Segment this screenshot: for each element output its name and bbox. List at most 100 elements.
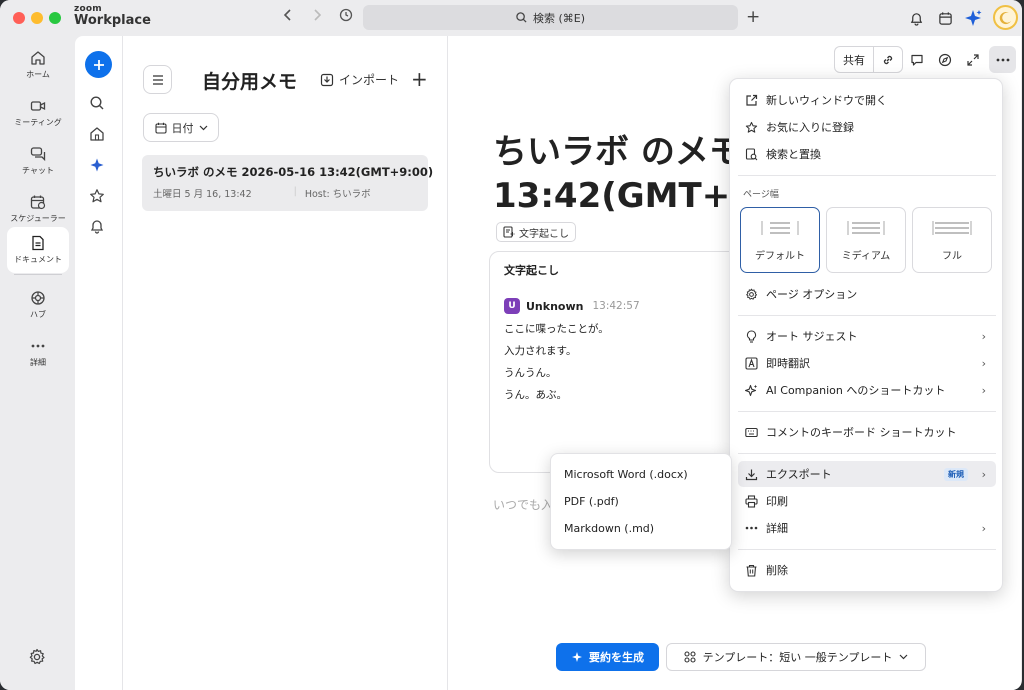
page-width-default-option[interactable]: デフォルト bbox=[740, 207, 820, 273]
docs-home-button[interactable] bbox=[89, 126, 107, 144]
nav-item-home[interactable]: ホーム bbox=[7, 42, 69, 88]
comment-icon bbox=[911, 54, 923, 66]
menu-item-comment-shortcuts[interactable]: コメントのキーボード ショートカット bbox=[738, 419, 996, 445]
expand-button[interactable] bbox=[959, 46, 987, 73]
search-label: 検索 (⌘E) bbox=[532, 11, 586, 25]
new-document-button[interactable] bbox=[85, 51, 112, 78]
explore-button[interactable] bbox=[931, 46, 959, 73]
note-meta: 土曜日 5 月 16, 13:42 | Host: ちいラボ bbox=[153, 186, 417, 200]
date-filter-button[interactable]: 日付 bbox=[143, 113, 219, 142]
menu-item-instant-translate[interactable]: 即時翻訳 › bbox=[738, 350, 996, 376]
forward-button[interactable] bbox=[307, 8, 327, 26]
transcript-chip[interactable]: 文字起こし bbox=[496, 222, 576, 242]
search-icon bbox=[90, 96, 104, 110]
share-group: 共有 bbox=[834, 46, 903, 73]
comments-button[interactable] bbox=[903, 46, 931, 73]
menu-item-auto-suggest[interactable]: オート サジェスト › bbox=[738, 323, 996, 349]
menu-item-label: コメントのキーボード ショートカット bbox=[766, 426, 957, 439]
note-title: ちいラボ のメモ 2026-05-16 13:42(GMT+9:00) bbox=[153, 165, 434, 179]
sidebar-toggle-button[interactable] bbox=[143, 65, 172, 94]
user-avatar[interactable] bbox=[993, 5, 1018, 30]
docs-search-button[interactable] bbox=[89, 95, 107, 113]
history-icon bbox=[339, 8, 353, 22]
document-title[interactable]: ちいラボ のメモ bbox=[493, 131, 743, 173]
menu-item-print[interactable]: 印刷 bbox=[738, 488, 996, 514]
chevron-right-icon: › bbox=[981, 356, 986, 370]
more-icon bbox=[31, 344, 45, 348]
chat-icon bbox=[30, 147, 46, 162]
document-title-line2[interactable]: 13:42(GMT+9: bbox=[493, 175, 767, 217]
menu-item-label: 削除 bbox=[766, 564, 788, 577]
chevron-right-icon: › bbox=[981, 521, 986, 535]
calendar-button[interactable] bbox=[935, 8, 955, 28]
menu-item-details[interactable]: 詳細 › bbox=[738, 515, 996, 541]
width-medium-icon bbox=[847, 220, 885, 235]
width-default-icon bbox=[761, 220, 799, 235]
page-width-medium-option[interactable]: ミディアム bbox=[826, 207, 906, 273]
search-bar[interactable]: 検索 (⌘E) bbox=[363, 5, 738, 30]
document-icon bbox=[32, 235, 44, 251]
left-navigation: ホーム ミーティング チャット スケジューラー ドキュメント ハブ 詳細 bbox=[0, 36, 75, 690]
nav-item-chat[interactable]: チャット bbox=[7, 138, 69, 184]
gear-icon bbox=[744, 287, 758, 301]
hub-icon bbox=[31, 291, 45, 305]
external-window-icon bbox=[744, 93, 758, 107]
more-options-button[interactable] bbox=[989, 46, 1016, 73]
keyboard-icon bbox=[744, 425, 758, 439]
export-submenu: Microsoft Word (.docx) PDF (.pdf) Markdo… bbox=[550, 453, 732, 550]
more-horizontal-icon bbox=[744, 521, 758, 535]
template-select[interactable]: テンプレート：短い 一般テンプレート bbox=[666, 643, 926, 671]
docs-ai-button[interactable] bbox=[89, 157, 107, 175]
menu-item-label: 印刷 bbox=[766, 495, 788, 508]
menu-item-delete[interactable]: 削除 bbox=[738, 557, 996, 583]
nav-item-documents[interactable]: ドキュメント bbox=[7, 227, 69, 273]
nav-item-scheduler[interactable]: スケジューラー bbox=[7, 186, 69, 232]
nav-label: 詳細 bbox=[30, 358, 46, 367]
docs-notifications-button[interactable] bbox=[89, 218, 107, 236]
menu-item-find-replace[interactable]: 検索と置換 bbox=[738, 141, 996, 167]
menu-divider bbox=[738, 175, 996, 176]
chevron-left-icon bbox=[283, 9, 291, 21]
transcript-chip-label: 文字起こし bbox=[519, 228, 569, 240]
back-button[interactable] bbox=[278, 8, 298, 26]
import-button[interactable]: インポート bbox=[320, 71, 399, 88]
export-markdown-option[interactable]: Markdown (.md) bbox=[564, 522, 654, 535]
notes-list-panel: 自分用メモ インポート + 日付 ちいラボ のメモ 2026-05-16 13:… bbox=[123, 36, 448, 690]
lightbulb-icon bbox=[744, 329, 758, 343]
body-placeholder[interactable]: いつでも入 bbox=[493, 496, 553, 513]
minimize-window-button[interactable] bbox=[31, 12, 43, 24]
menu-item-page-options[interactable]: ページ オプション bbox=[738, 281, 996, 307]
notifications-button[interactable] bbox=[906, 8, 926, 28]
nav-label: ハブ bbox=[30, 310, 46, 319]
share-button[interactable]: 共有 bbox=[835, 47, 874, 72]
close-window-button[interactable] bbox=[13, 12, 25, 24]
generate-summary-button[interactable]: 要約を生成 bbox=[556, 643, 659, 671]
note-host: Host: ちいラボ bbox=[304, 189, 371, 200]
date-filter-label: 日付 bbox=[171, 121, 194, 135]
settings-button[interactable] bbox=[28, 648, 48, 668]
export-pdf-option[interactable]: PDF (.pdf) bbox=[564, 495, 619, 508]
note-list-item[interactable]: ちいラボ のメモ 2026-05-16 13:42(GMT+9:00) 土曜日 … bbox=[142, 155, 434, 211]
menu-item-add-favorite[interactable]: お気に入りに登録 bbox=[738, 114, 996, 140]
calendar-icon bbox=[938, 11, 952, 25]
menu-item-open-new-window[interactable]: 新しいウィンドウで開く bbox=[738, 87, 996, 113]
zoom-window-button[interactable] bbox=[49, 12, 61, 24]
nav-item-meetings[interactable]: ミーティング bbox=[7, 90, 69, 136]
sparkle-icon bbox=[572, 652, 582, 662]
nav-item-hub[interactable]: ハブ bbox=[7, 282, 69, 328]
new-tab-button[interactable]: + bbox=[746, 7, 760, 27]
docs-favorites-button[interactable] bbox=[89, 188, 107, 206]
page-width-full-option[interactable]: フル bbox=[912, 207, 992, 273]
menu-item-export[interactable]: エクスポート 新規 › bbox=[738, 461, 996, 487]
speaker-timestamp: 13:42:57 bbox=[592, 300, 640, 312]
history-button[interactable] bbox=[336, 8, 356, 27]
export-word-option[interactable]: Microsoft Word (.docx) bbox=[564, 468, 688, 481]
add-note-button[interactable]: + bbox=[411, 67, 428, 91]
panel-title: 自分用メモ bbox=[202, 71, 298, 93]
menu-item-label: AI Companion へのショートカット bbox=[766, 384, 946, 397]
ai-companion-button[interactable] bbox=[963, 8, 983, 28]
nav-item-more[interactable]: 詳細 bbox=[7, 330, 69, 376]
menu-item-ai-shortcut[interactable]: AI Companion へのショートカット › bbox=[738, 377, 996, 403]
link-icon bbox=[883, 55, 893, 64]
copy-link-button[interactable] bbox=[874, 47, 902, 72]
